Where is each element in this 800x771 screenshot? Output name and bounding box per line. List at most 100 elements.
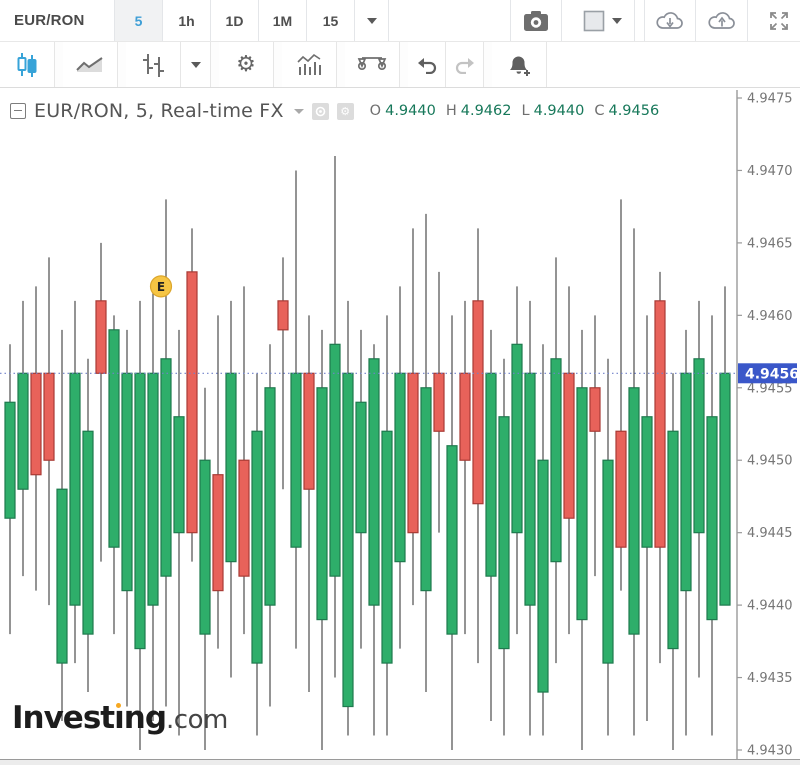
alert-button[interactable]: [492, 42, 547, 87]
series-settings-button[interactable]: ⚙: [337, 103, 354, 120]
candle-down: [473, 301, 483, 504]
redo-arrow-icon: [454, 56, 476, 74]
candle-down: [239, 460, 249, 576]
candle-up: [70, 373, 80, 605]
price-tick-label: 4.9460: [747, 309, 793, 324]
bars-style-button[interactable]: [126, 42, 181, 87]
candle-up: [356, 402, 366, 532]
chart-style-toolbar: ⚙: [0, 42, 800, 88]
fullscreen-button[interactable]: [757, 0, 800, 41]
save-chart-button[interactable]: [696, 0, 748, 41]
candle-up: [603, 460, 613, 663]
toolbar-gap: [484, 42, 492, 87]
high-value: 4.9462: [461, 103, 512, 119]
load-chart-button[interactable]: [644, 0, 696, 41]
candlestick-style-button[interactable]: [0, 42, 55, 87]
indicators-icon: [295, 53, 323, 77]
candle-up: [174, 417, 184, 533]
candle-up: [681, 373, 691, 590]
bell-plus-icon: [506, 52, 532, 78]
candle-up: [538, 460, 548, 692]
candle-down: [31, 373, 41, 474]
high-label: H: [446, 103, 457, 119]
candle-down: [460, 373, 470, 460]
candle-up: [5, 402, 15, 518]
candle-up: [525, 373, 535, 605]
candle-down: [564, 373, 574, 518]
candle-up: [512, 344, 522, 532]
logo-text: Investıng: [12, 700, 166, 736]
hl-bars-icon: [140, 52, 166, 78]
ohlc-legend: O4.9440 H4.9462 L4.9440 C4.9456: [370, 103, 660, 119]
candle-up: [707, 417, 717, 620]
redo-button[interactable]: [446, 42, 484, 87]
investing-logo[interactable]: Investıng .com: [12, 700, 228, 736]
candle-up: [317, 388, 327, 620]
event-marker-label: E: [157, 280, 165, 294]
candle-down: [213, 475, 223, 591]
candle-up: [395, 373, 405, 561]
timeframe-1m-button[interactable]: 1M: [259, 0, 307, 41]
chevron-down-icon: [612, 18, 622, 24]
area-chart-icon: [75, 54, 105, 76]
candle-up: [486, 373, 496, 576]
candle-up: [551, 359, 561, 562]
candle-up: [18, 373, 28, 489]
toolbar-gap: [562, 0, 571, 41]
timeframe-15-button[interactable]: 15: [307, 0, 355, 41]
layout-square-icon: [583, 10, 605, 32]
time-axis-strip[interactable]: [0, 759, 800, 765]
toolbar-gap: [748, 0, 757, 41]
chevron-down-icon: [191, 62, 201, 68]
camera-icon: [523, 10, 549, 32]
indicators-button[interactable]: [282, 42, 337, 87]
candle-up: [577, 388, 587, 620]
chart-title: EUR/RON, 5, Real-time FX: [34, 100, 284, 122]
compare-button[interactable]: [345, 42, 400, 87]
price-tick-label: 4.9470: [747, 164, 793, 179]
toolbar-gap: [274, 42, 282, 87]
style-dropdown-button[interactable]: [181, 42, 211, 87]
price-tick-label: 4.9430: [747, 744, 793, 759]
candle-up: [694, 359, 704, 533]
undo-button[interactable]: [408, 42, 446, 87]
symbol-button[interactable]: EUR/RON: [0, 0, 115, 41]
area-style-button[interactable]: [63, 42, 118, 87]
timeframe-dropdown-button[interactable]: [355, 0, 389, 41]
candle-up: [83, 431, 93, 634]
toolbar-gap: [211, 42, 219, 87]
candle-down: [590, 388, 600, 431]
candle-up: [369, 359, 379, 605]
snapshot-button[interactable]: [510, 0, 562, 41]
top-toolbar: EUR/RON 5 1h 1D 1M 15: [0, 0, 800, 42]
chevron-down-icon[interactable]: [294, 109, 304, 114]
candlestick-plot[interactable]: 4.94754.94704.94654.94604.94554.94504.94…: [0, 88, 800, 765]
candle-up: [499, 417, 509, 649]
undo-arrow-icon: [416, 56, 438, 74]
collapse-legend-icon[interactable]: [10, 103, 26, 119]
timeframe-1h-button[interactable]: 1h: [163, 0, 211, 41]
logo-orange-dot: [116, 703, 121, 708]
candle-up: [252, 431, 262, 663]
toolbar-spacer: [389, 0, 510, 41]
toolbar-gap: [118, 42, 126, 87]
fullscreen-icon: [768, 10, 790, 32]
price-tick-label: 4.9465: [747, 236, 793, 251]
logo-suffix: .com: [166, 705, 228, 735]
candle-up: [109, 330, 119, 547]
settings-button[interactable]: ⚙: [219, 42, 274, 87]
candle-up: [668, 431, 678, 648]
timeframe-1d-button[interactable]: 1D: [211, 0, 259, 41]
candle-down: [187, 272, 197, 533]
low-value: 4.9440: [534, 103, 585, 119]
price-tick-label: 4.9450: [747, 454, 793, 469]
candle-up: [291, 373, 301, 547]
open-label: O: [370, 103, 381, 119]
quick-snapshot-button[interactable]: [312, 103, 329, 120]
gear-icon: ⚙: [340, 106, 350, 117]
candle-up: [161, 359, 171, 576]
candle-up: [148, 373, 158, 605]
chart-layout-button[interactable]: [571, 0, 635, 41]
price-tick-label: 4.9435: [747, 671, 793, 686]
timeframe-5-button[interactable]: 5: [115, 0, 163, 41]
